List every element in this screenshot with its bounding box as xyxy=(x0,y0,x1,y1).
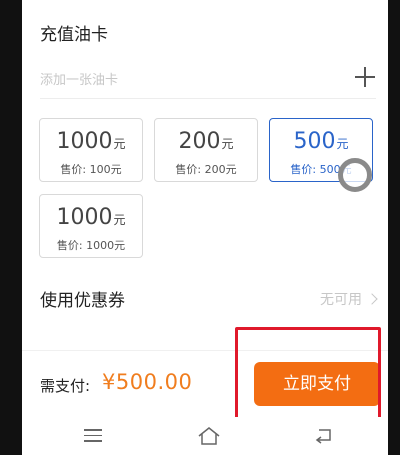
amount-price: 售价: 200元 xyxy=(175,163,237,176)
coupon-value: 无可用 xyxy=(320,289,378,309)
amount-unit: 元 xyxy=(113,213,126,227)
chevron-right-icon xyxy=(366,293,378,305)
plus-icon[interactable] xyxy=(354,66,376,88)
amount-value: 500 xyxy=(293,129,336,154)
amount-value: 200 xyxy=(178,129,221,154)
amount-price: 售价: 1000元 xyxy=(56,239,126,252)
amount-price: 售价: 100元 xyxy=(60,163,122,176)
amount-option-100[interactable]: 1000元 售价: 100元 xyxy=(39,118,143,182)
amount-unit: 元 xyxy=(113,137,126,151)
amount-value: 1000 xyxy=(56,205,113,230)
device-bezel-right xyxy=(388,0,400,455)
pay-label: 需支付: xyxy=(40,377,91,395)
coupon-label: 使用优惠券 xyxy=(40,291,125,311)
add-card-placeholder: 添加一张油卡 xyxy=(40,73,119,88)
device-bezel-left xyxy=(0,0,22,455)
pay-amount: ¥500.00 xyxy=(102,370,193,394)
amount-option-1000[interactable]: 1000元 售价: 1000元 xyxy=(39,194,143,258)
home-icon[interactable] xyxy=(197,425,221,447)
menu-icon[interactable] xyxy=(84,429,102,442)
amount-unit: 元 xyxy=(336,137,349,151)
app-screen: 充值油卡 添加一张油卡 1000元 售价: 100元 200元 售价: 200元… xyxy=(22,0,388,455)
amount-option-200[interactable]: 200元 售价: 200元 xyxy=(154,118,258,182)
coupon-row[interactable]: 使用优惠券 无可用 xyxy=(40,284,378,314)
system-nav-bar xyxy=(22,417,388,455)
amount-value: 1000 xyxy=(56,129,113,154)
add-card-row[interactable]: 添加一张油卡 xyxy=(40,60,376,99)
coupon-value-text: 无可用 xyxy=(320,292,362,308)
amount-unit: 元 xyxy=(221,137,234,151)
touch-indicator xyxy=(338,158,372,192)
recharge-title: 充值油卡 xyxy=(40,25,108,45)
back-icon[interactable] xyxy=(312,425,336,447)
highlight-annotation xyxy=(235,327,381,420)
